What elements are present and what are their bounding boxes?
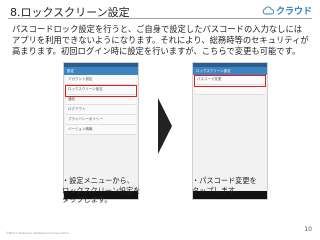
settings-item[interactable]: アカウント設定 xyxy=(66,75,136,85)
right-caption: ・パスコード変更を タップします。 xyxy=(192,176,257,195)
caption-line: タップします。 xyxy=(62,195,112,204)
slide: 8.ロックスクリーン設定 クラウド パスコードロック設定を行うと、ご自身で設定し… xyxy=(0,0,320,240)
settings-list: アカウント設定 ロックスクリーン設定 通知 ログアウト プライバシーポリシー バ… xyxy=(64,75,138,135)
app-bar: ロックスクリーン設定 xyxy=(193,67,267,75)
settings-item[interactable]: バージョン情報 xyxy=(66,125,136,135)
caption-line: ・パスコード変更を xyxy=(192,176,257,185)
highlight-box xyxy=(194,75,266,87)
highlight-box xyxy=(65,85,137,97)
left-caption: ・設定メニューから、 ロックスクリーン設定を タップします。 xyxy=(62,176,141,205)
settings-item[interactable]: プライバシーポリシー xyxy=(66,115,136,125)
description-line: パスコードロック設定を行うと、ご自身で設定したパスコードの入力なしには xyxy=(12,24,303,34)
logo-text: クラウド xyxy=(275,7,312,17)
app-bar: 設定 xyxy=(64,67,138,75)
app-bar-title: ロックスクリーン設定 xyxy=(196,68,231,73)
caption-line: タップします。 xyxy=(192,185,242,195)
app-bar-title: 設定 xyxy=(67,68,74,73)
title-divider xyxy=(8,18,312,19)
caption-line: ・設定メニューから、 xyxy=(62,176,134,185)
cloud-icon xyxy=(262,6,274,15)
page-number: 10 xyxy=(304,226,312,233)
logo: クラウド xyxy=(262,4,312,17)
description-line: アプリを利用できないようになります。それにより、総務時等のセキュリティが xyxy=(12,35,309,45)
caption-line: ロックスクリーン設定を xyxy=(62,185,141,195)
settings-item[interactable]: ログアウト xyxy=(66,105,136,115)
description: パスコードロック設定を行うと、ご自身で設定したパスコードの入力なしには アプリを… xyxy=(12,24,312,57)
description-line: 高まります。初回ログイン時に設定を行いますが、こちらで変更も可能です。 xyxy=(12,46,301,56)
copyright: ©Nihon Business Intelligence Corporation xyxy=(6,231,69,235)
arrow-right-icon xyxy=(158,98,172,154)
